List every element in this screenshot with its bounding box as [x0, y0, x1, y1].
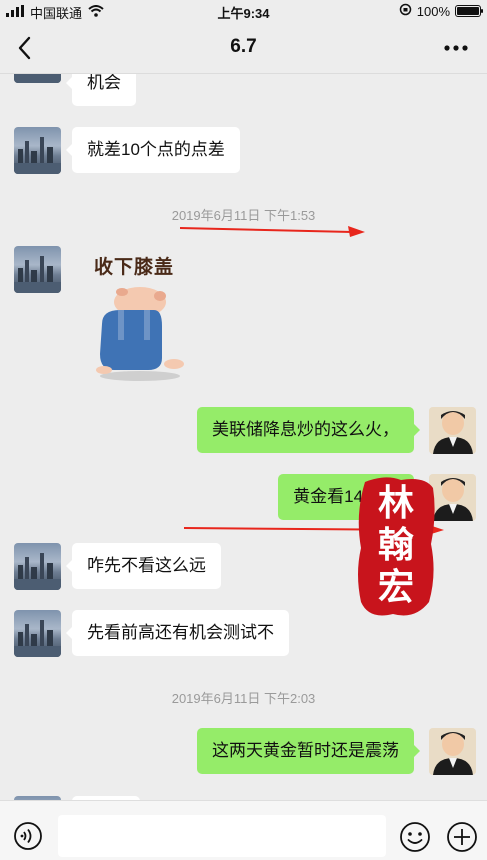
my-avatar[interactable]: [429, 728, 476, 775]
battery-icon: [455, 5, 483, 17]
status-right: 100%: [399, 3, 483, 19]
battery-percent: 100%: [416, 3, 450, 19]
seal-char-3: 宏: [377, 566, 414, 608]
more-dots-icon[interactable]: [443, 36, 469, 60]
seal-char-1: 林: [377, 482, 414, 524]
input-bar: [0, 800, 487, 860]
chat-title: 6.7: [230, 36, 257, 57]
message-timestamp: 2019年6月11日 下午2:03: [171, 691, 316, 706]
status-bar: 中国联通 上午9:34 100%: [0, 0, 487, 22]
message-input[interactable]: [58, 815, 386, 857]
emoji-icon[interactable]: [399, 821, 431, 853]
sticker-message[interactable]: 收下膝盖: [88, 250, 198, 385]
battery-fill: [457, 7, 479, 15]
contact-avatar[interactable]: [14, 127, 61, 174]
message-list[interactable]: 机会 就差10个点的点差 2019年6月11日 下午1:53 收下膝盖 美联储降…: [0, 74, 487, 800]
contact-avatar[interactable]: [14, 74, 61, 83]
message-bubble-left[interactable]: 就差10个点的点差: [66, 127, 240, 173]
contact-avatar[interactable]: [14, 610, 61, 657]
my-avatar[interactable]: [429, 407, 476, 454]
voice-icon[interactable]: [13, 821, 43, 851]
seal-char-2: 翰: [377, 524, 414, 566]
red-seal-stamp: 林 翰 宏: [355, 474, 437, 620]
message-bubble-left[interactable]: 机会: [66, 74, 136, 106]
contact-avatar[interactable]: [14, 246, 61, 293]
message-timestamp: 2019年6月11日 下午1:53: [171, 208, 316, 223]
message-bubble-right[interactable]: 这两天黄金暂时还是震荡: [197, 728, 420, 774]
chat-header: 6.7: [0, 22, 487, 74]
pig-kneeling-sticker: [96, 287, 184, 381]
plus-icon[interactable]: [446, 821, 478, 853]
red-arrow-annotation: [180, 226, 365, 237]
orientation-lock-icon: [399, 3, 412, 19]
seal-text: 林 翰 宏: [355, 482, 437, 608]
message-bubble-left[interactable]: 先看前高还有机会测试不: [66, 610, 289, 656]
contact-avatar[interactable]: [14, 543, 61, 590]
message-bubble-left[interactable]: 咋先不看这么远: [66, 543, 221, 589]
message-bubble-right[interactable]: 美联储降息炒的这么火，: [197, 407, 420, 453]
sticker-caption: 收下膝盖: [94, 256, 175, 278]
